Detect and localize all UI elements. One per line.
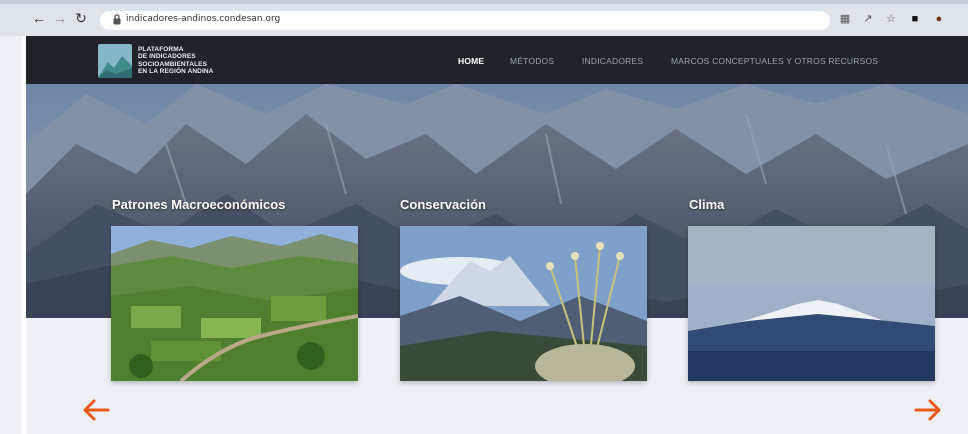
nav-marcos-conceptuales[interactable]: MARCOS CONCEPTUALES Y OTROS RECURSOS <box>671 56 878 66</box>
star-icon[interactable]: ☆ <box>884 12 898 26</box>
logo-text[interactable]: PLATAFORMA DE INDICADORES SOCIOAMBIENTAL… <box>138 46 248 76</box>
browser-window: ← → ↻ indicadores-andinos.condesan.org ▦… <box>0 0 968 434</box>
card-title-clima[interactable]: Clima <box>689 197 724 212</box>
forward-icon[interactable]: → <box>53 10 67 26</box>
card-image-paramo[interactable] <box>400 226 647 381</box>
lock-icon <box>113 14 121 25</box>
arrow-left-icon[interactable] <box>80 396 112 424</box>
logo-image[interactable] <box>98 44 132 78</box>
arrow-right-icon[interactable] <box>912 396 944 424</box>
reload-icon[interactable]: ↻ <box>74 10 88 26</box>
card-title-patrones[interactable]: Patrones Macroeconómicos <box>112 197 285 212</box>
browser-toolbar: ← → ↻ indicadores-andinos.condesan.org ▦… <box>0 0 968 36</box>
site-header: PLATAFORMA DE INDICADORES SOCIOAMBIENTAL… <box>26 36 968 84</box>
logo-line: PLATAFORMA <box>138 46 184 53</box>
tab-strip <box>0 0 968 4</box>
nav-metodos[interactable]: MÉTODOS <box>510 56 554 66</box>
logo-line: EN LA REGIÓN ANDINA <box>138 68 214 76</box>
url-text[interactable]: indicadores-andinos.condesan.org <box>126 14 280 24</box>
logo-line: DE INDICADORES <box>138 53 196 61</box>
card-title-conservacion[interactable]: Conservación <box>400 197 486 212</box>
card-image-volcano[interactable] <box>688 226 935 381</box>
translate-icon[interactable]: ▦ <box>838 12 852 26</box>
back-icon[interactable]: ← <box>32 10 46 26</box>
nav-home[interactable]: HOME <box>458 56 484 66</box>
share-icon[interactable]: ↗ <box>861 12 875 26</box>
window-icon[interactable]: ■ <box>908 12 922 26</box>
profile-icon[interactable]: ● <box>932 12 946 26</box>
nav-indicadores[interactable]: INDICADORES <box>582 56 643 66</box>
card-image-valley[interactable] <box>111 226 358 381</box>
